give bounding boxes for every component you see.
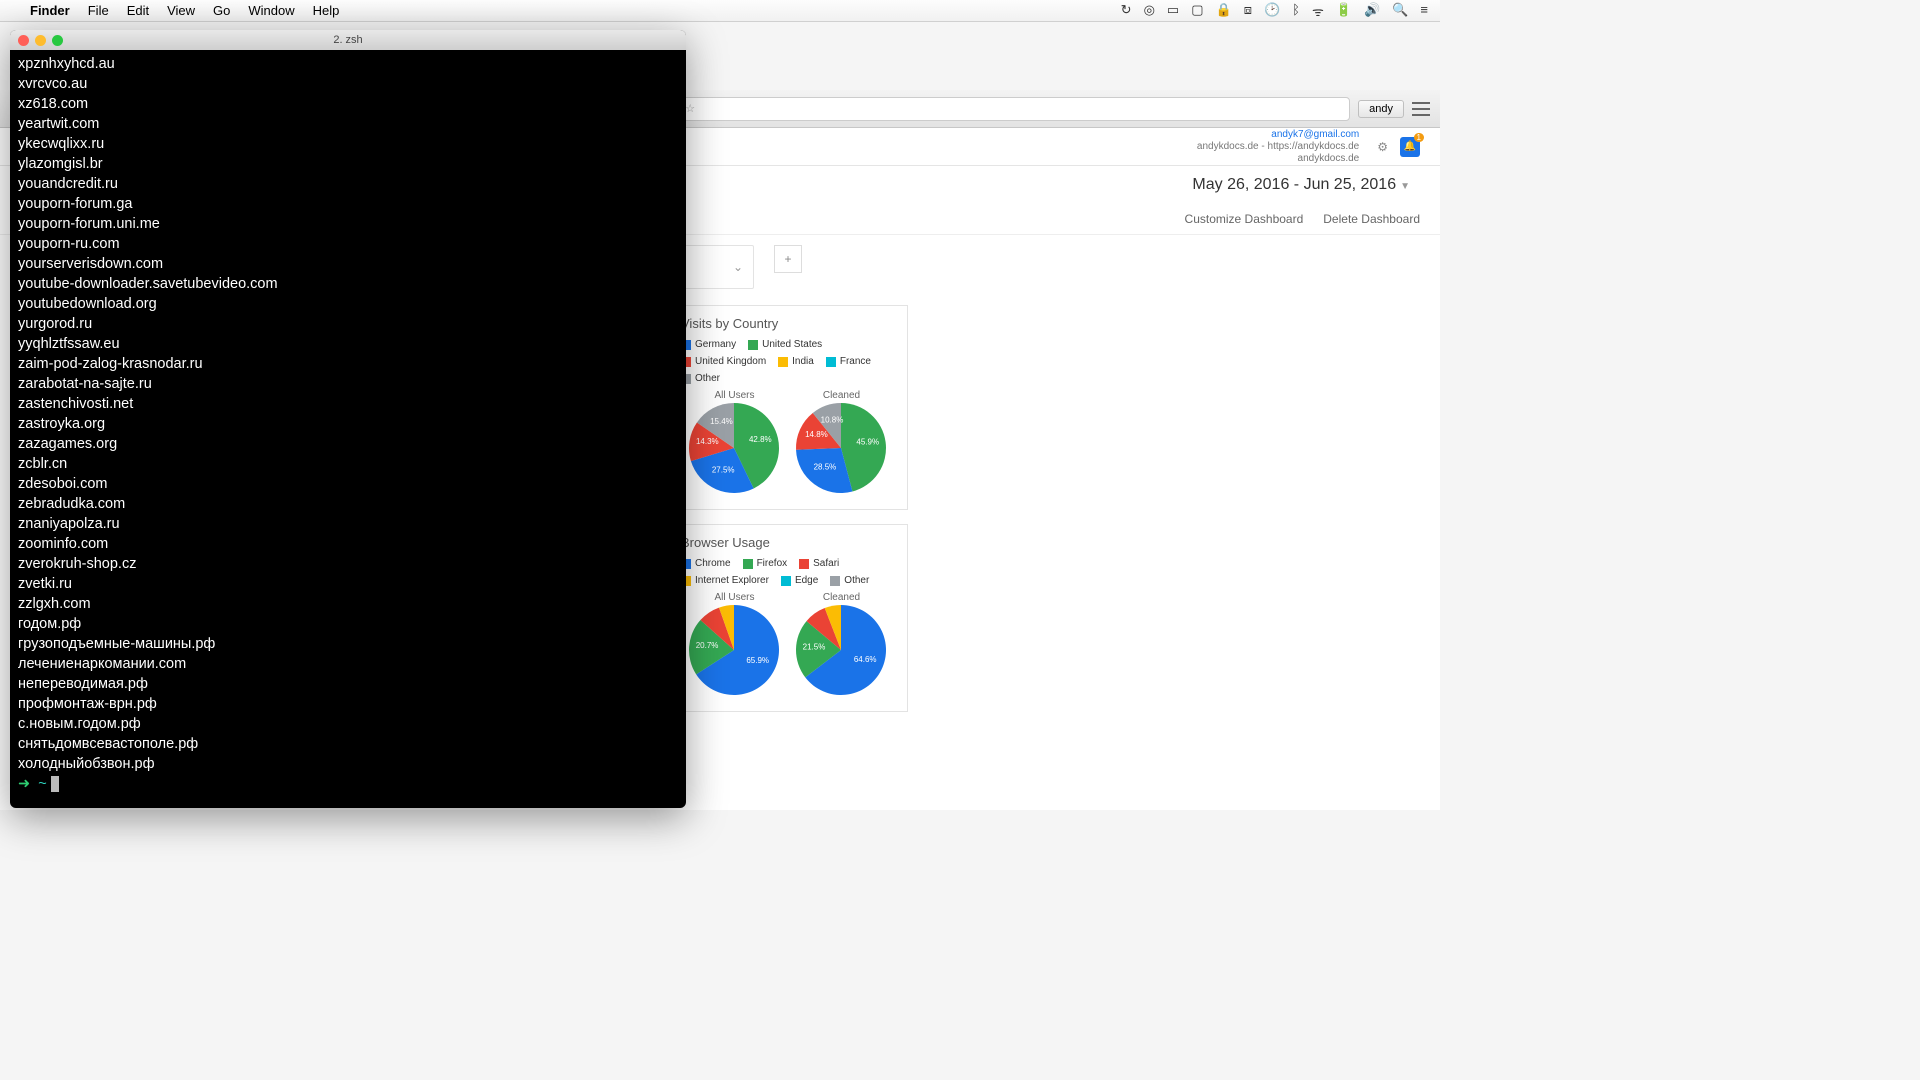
lock-icon[interactable]: 🔒 bbox=[1216, 2, 1232, 20]
close-icon[interactable] bbox=[18, 35, 29, 46]
notification-center-icon[interactable]: ≡ bbox=[1420, 2, 1428, 20]
card-browser-title: Browser Usage bbox=[681, 535, 895, 550]
svg-text:14.8%: 14.8% bbox=[805, 430, 828, 439]
card-visits-country: Visits by Country GermanyUnited StatesUn… bbox=[668, 305, 908, 510]
pie-browser-cleaned: 64.6% 21.5% bbox=[794, 603, 889, 698]
menu-view[interactable]: View bbox=[167, 3, 195, 18]
menu-help[interactable]: Help bbox=[313, 3, 340, 18]
customize-dashboard-link[interactable]: Customize Dashboard bbox=[1185, 212, 1304, 226]
pie-browser-all: 65.9% 20.7% bbox=[687, 603, 782, 698]
pie-label-all: All Users bbox=[687, 592, 782, 603]
date-range-text: May 26, 2016 - Jun 25, 2016 bbox=[1192, 176, 1396, 193]
sync-icon[interactable]: ↻ bbox=[1121, 2, 1132, 20]
delete-dashboard-link[interactable]: Delete Dashboard bbox=[1323, 212, 1420, 226]
menubar-status-icons: ↻ ◎ ▭ ▢ 🔒 ⧈ 🕑 ᛒ ᯤ 🔋 🔊 🔍 ≡ bbox=[1121, 2, 1428, 20]
zoom-icon[interactable] bbox=[52, 35, 63, 46]
svg-text:28.5%: 28.5% bbox=[814, 463, 837, 472]
menu-edit[interactable]: Edit bbox=[127, 3, 149, 18]
terminal-titlebar: 2. zsh bbox=[10, 30, 686, 50]
pie-label-all: All Users bbox=[687, 390, 782, 401]
battery-icon[interactable]: 🔋 bbox=[1336, 2, 1352, 20]
account-info[interactable]: andyk7@gmail.com andykdocs.de - https://… bbox=[1197, 129, 1359, 165]
timemachine-icon[interactable]: 🕑 bbox=[1264, 2, 1280, 20]
terminal-window[interactable]: 2. zsh xpznhxyhcd.au xvrcvco.au xz618.co… bbox=[10, 30, 686, 808]
pie-visits-cleaned: 45.9% 28.5% 14.8% 10.8% bbox=[794, 401, 889, 496]
gear-icon[interactable]: ⚙ bbox=[1377, 140, 1388, 154]
dropbox-icon[interactable]: ⧈ bbox=[1244, 2, 1252, 20]
account-site: andykdocs.de - https://andykdocs.de bbox=[1197, 141, 1359, 153]
display-icon[interactable]: ▭ bbox=[1167, 2, 1179, 20]
pie-label-cleaned: Cleaned bbox=[794, 390, 889, 401]
minimize-icon[interactable] bbox=[35, 35, 46, 46]
svg-text:42.8%: 42.8% bbox=[749, 435, 772, 444]
svg-text:10.8%: 10.8% bbox=[821, 416, 844, 425]
pie-label-cleaned: Cleaned bbox=[794, 592, 889, 603]
svg-text:65.9%: 65.9% bbox=[746, 656, 769, 665]
hamburger-icon[interactable] bbox=[1412, 102, 1430, 116]
menu-window[interactable]: Window bbox=[248, 3, 294, 18]
menu-file[interactable]: File bbox=[88, 3, 109, 18]
chevron-down-icon: ▼ bbox=[1400, 181, 1410, 192]
card-visits-title: Visits by Country bbox=[681, 316, 895, 331]
terminal-title: 2. zsh bbox=[333, 34, 362, 46]
volume-icon[interactable]: 🔊 bbox=[1364, 2, 1380, 20]
pie-visits-all: 42.8% 27.5% 14.3% 15.4% bbox=[687, 401, 782, 496]
cc-icon[interactable]: ◎ bbox=[1144, 2, 1155, 20]
svg-text:15.4%: 15.4% bbox=[710, 417, 733, 426]
svg-text:27.5%: 27.5% bbox=[712, 466, 735, 475]
menu-go[interactable]: Go bbox=[213, 3, 230, 18]
svg-text:64.6%: 64.6% bbox=[854, 655, 877, 664]
svg-text:20.7%: 20.7% bbox=[696, 641, 719, 650]
notification-badge: 1 bbox=[1414, 133, 1424, 142]
profile-button[interactable]: andy bbox=[1358, 100, 1404, 118]
terminal-output[interactable]: xpznhxyhcd.au xvrcvco.au xz618.com yeart… bbox=[10, 50, 686, 798]
app-name[interactable]: Finder bbox=[30, 3, 70, 18]
bookmark-star-icon[interactable]: ☆ bbox=[685, 102, 695, 115]
svg-text:21.5%: 21.5% bbox=[803, 642, 826, 651]
mac-menubar: Finder File Edit View Go Window Help ↻ ◎… bbox=[0, 0, 1440, 22]
notifications-button[interactable]: 🔔1 bbox=[1400, 137, 1420, 157]
card-browser-usage: Browser Usage ChromeFirefoxSafariInterne… bbox=[668, 524, 908, 712]
svg-text:45.9%: 45.9% bbox=[856, 438, 879, 447]
svg-text:14.3%: 14.3% bbox=[696, 437, 719, 446]
spotlight-icon[interactable]: 🔍 bbox=[1392, 2, 1408, 20]
account-email: andyk7@gmail.com bbox=[1197, 129, 1359, 141]
add-widget-button[interactable]: + bbox=[774, 245, 802, 273]
chevron-down-icon: ⌄ bbox=[733, 260, 743, 274]
bluetooth-icon[interactable]: ᛒ bbox=[1292, 2, 1300, 20]
wifi-icon[interactable]: ᯤ bbox=[1312, 2, 1324, 20]
airplay-icon[interactable]: ▢ bbox=[1191, 2, 1203, 20]
account-property: andykdocs.de bbox=[1197, 153, 1359, 165]
